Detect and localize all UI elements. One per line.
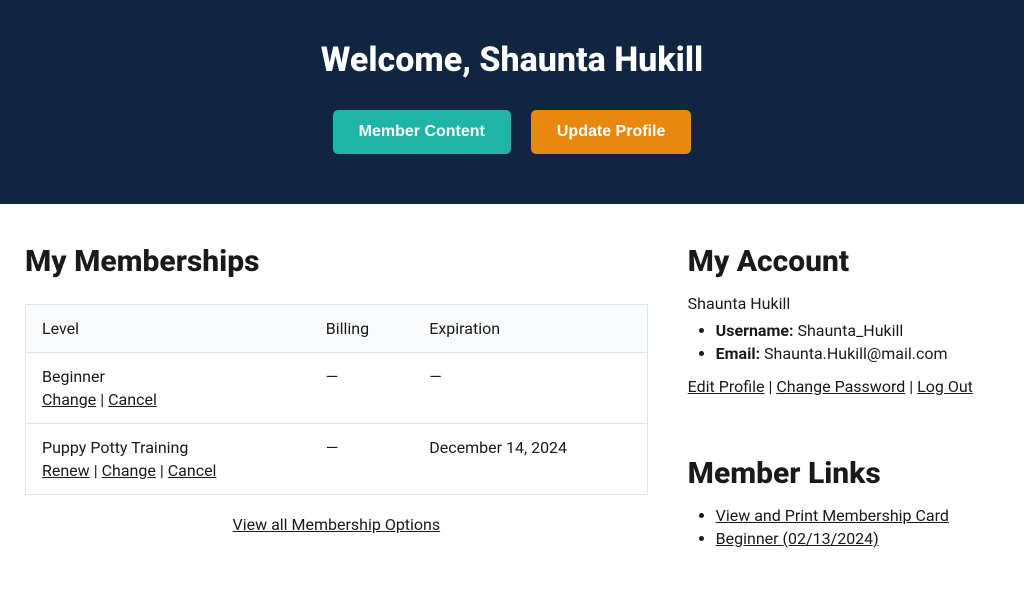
view-all-link[interactable]: View all Membership Options: [233, 515, 441, 534]
renew-link[interactable]: Renew: [42, 461, 90, 480]
col-expiration: Expiration: [413, 305, 647, 353]
cell-expiration: —: [413, 353, 647, 424]
change-link[interactable]: Change: [42, 390, 96, 409]
account-name: Shaunta Hukill: [688, 294, 999, 313]
table-row: Puppy Potty Training Renew|Change|Cancel…: [26, 424, 648, 495]
username-label: Username:: [716, 321, 794, 340]
hero-banner: Welcome, Shaunta Hukill Member Content U…: [0, 0, 1024, 204]
level-name: Puppy Potty Training: [42, 438, 294, 457]
memberships-heading: My Memberships: [25, 244, 648, 279]
cell-level: Puppy Potty Training Renew|Change|Cancel: [26, 424, 310, 495]
username-value: Shaunta_Hukill: [797, 321, 903, 340]
row-actions: Change|Cancel: [42, 390, 294, 409]
sidebar-column: My Account Shaunta Hukill Username: Shau…: [688, 244, 999, 552]
account-email-item: Email: Shaunta.Hukill@mail.com: [716, 344, 999, 363]
col-level: Level: [26, 305, 310, 353]
cell-level: Beginner Change|Cancel: [26, 353, 310, 424]
account-username-item: Username: Shaunta_Hukill: [716, 321, 999, 340]
email-value: Shaunta.Hukill@mail.com: [764, 344, 947, 363]
level-name: Beginner: [42, 367, 294, 386]
member-links-list: View and Print Membership Card Beginner …: [688, 506, 999, 548]
cell-billing: —: [310, 353, 414, 424]
update-profile-button[interactable]: Update Profile: [531, 110, 691, 154]
email-label: Email:: [716, 344, 760, 363]
cell-expiration: December 14, 2024: [413, 424, 647, 495]
hero-buttons: Member Content Update Profile: [20, 110, 1004, 154]
welcome-heading: Welcome, Shaunta Hukill: [20, 40, 1004, 80]
member-content-button[interactable]: Member Content: [333, 110, 511, 154]
view-all-wrapper: View all Membership Options: [25, 515, 648, 534]
table-row: Beginner Change|Cancel — —: [26, 353, 648, 424]
membership-card-link[interactable]: View and Print Membership Card: [716, 506, 949, 525]
member-links-heading: Member Links: [688, 456, 999, 491]
list-item: View and Print Membership Card: [716, 506, 999, 525]
change-link[interactable]: Change: [102, 461, 156, 480]
main-container: My Memberships Level Billing Expiration …: [0, 204, 1024, 592]
row-actions: Renew|Change|Cancel: [42, 461, 294, 480]
change-password-link[interactable]: Change Password: [776, 377, 905, 396]
account-details-list: Username: Shaunta_Hukill Email: Shaunta.…: [688, 321, 999, 363]
account-heading: My Account: [688, 244, 999, 279]
main-column: My Memberships Level Billing Expiration …: [25, 244, 648, 552]
list-item: Beginner (02/13/2024): [716, 529, 999, 548]
cell-billing: —: [310, 424, 414, 495]
memberships-table: Level Billing Expiration Beginner Change…: [25, 304, 648, 495]
log-out-link[interactable]: Log Out: [917, 377, 973, 396]
beginner-link[interactable]: Beginner (02/13/2024): [716, 529, 879, 548]
edit-profile-link[interactable]: Edit Profile: [688, 377, 765, 396]
account-actions: Edit Profile|Change Password|Log Out: [688, 377, 999, 396]
cancel-link[interactable]: Cancel: [108, 390, 157, 409]
cancel-link[interactable]: Cancel: [168, 461, 217, 480]
col-billing: Billing: [310, 305, 414, 353]
